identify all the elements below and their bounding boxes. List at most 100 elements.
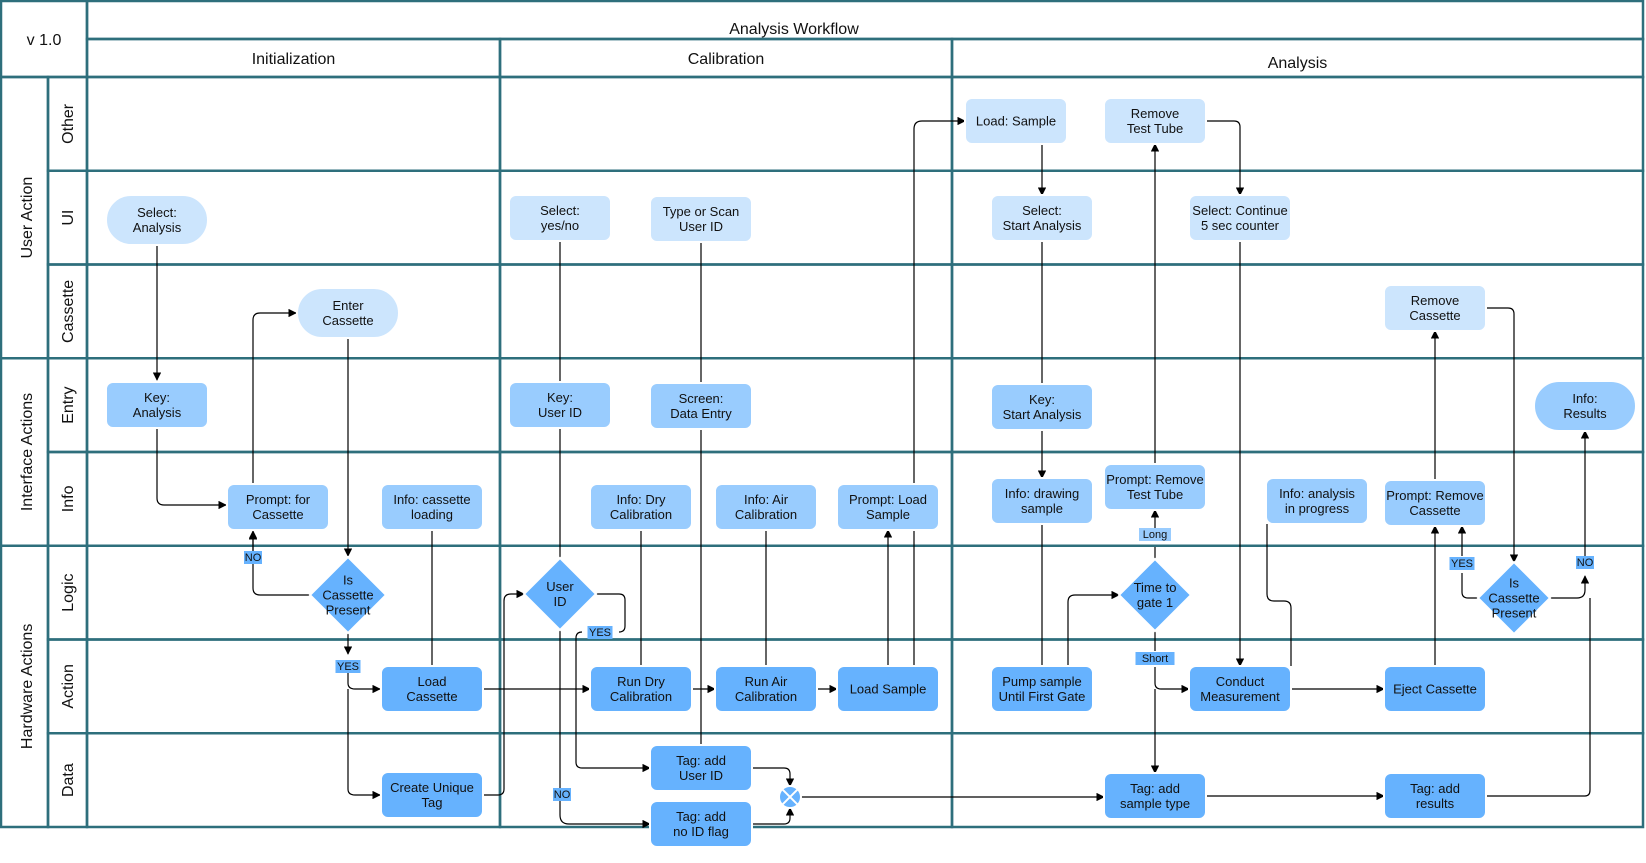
node-tag-no-id-flag[interactable]: Tag: addno ID flag xyxy=(649,800,753,848)
node-merge-gateway[interactable] xyxy=(778,785,802,809)
connector xyxy=(1206,120,1245,196)
connector xyxy=(1486,307,1519,563)
node-load-sample-other[interactable]: Load: Sample xyxy=(964,97,1068,145)
node-tag-results[interactable]: Tag: addresults xyxy=(1383,772,1487,820)
lane-label-action: Action xyxy=(60,664,77,708)
node-label: Cassette xyxy=(1409,503,1460,518)
group-label-user: User Action xyxy=(19,177,36,259)
node-label: Calibration xyxy=(610,507,672,522)
node-select-continue[interactable]: Select: Continue5 sec counter xyxy=(1188,194,1292,242)
node-info-analysis-progress[interactable]: Info: analysisin progress xyxy=(1265,477,1369,525)
node-select-start-analysis[interactable]: Select:Start Analysis xyxy=(990,194,1094,242)
node-eject-cassette[interactable]: Eject Cassette xyxy=(1383,665,1487,713)
node-time-to-gate[interactable]: Time togate 1 xyxy=(1117,557,1193,633)
node-enter-cassette[interactable]: EnterCassette xyxy=(296,287,400,339)
connector xyxy=(1067,590,1120,666)
node-select-yes-no[interactable]: Select:yes/no xyxy=(508,194,612,242)
node-key-user-id[interactable]: Key:User ID xyxy=(508,381,612,429)
node-label: loading xyxy=(411,507,453,522)
node-select-analysis[interactable]: Select:Analysis xyxy=(105,194,209,246)
node-label: Load: Sample xyxy=(976,114,1056,129)
node-load-sample[interactable]: Load Sample xyxy=(836,665,940,713)
node-label: Run Dry xyxy=(617,674,665,689)
phase-label-init: Initialization xyxy=(252,51,336,68)
node-tag-sample-type[interactable]: Tag: addsample type xyxy=(1103,772,1207,820)
node-info-cassette-loading[interactable]: Info: cassetteloading xyxy=(380,483,484,531)
node-label: Remove xyxy=(1411,293,1459,308)
node-prompt-load-sample[interactable]: Prompt: LoadSample xyxy=(836,483,940,531)
node-label: Cassette xyxy=(322,588,373,603)
node-prompt-remove-test-tube[interactable]: Prompt: RemoveTest Tube xyxy=(1103,463,1207,511)
node-label: Type or Scan xyxy=(663,204,740,219)
title-cell xyxy=(85,0,1645,41)
node-info-results[interactable]: Info:Results xyxy=(1533,380,1637,432)
edge-label-short: Short xyxy=(1142,653,1168,665)
node-info-drawing-sample[interactable]: Info: drawingsample xyxy=(990,477,1094,525)
node-run-air-cal[interactable]: Run AirCalibration xyxy=(714,665,818,713)
edge-label-yes_1: YES xyxy=(337,661,359,673)
node-label: Info: cassette xyxy=(393,492,470,507)
node-label: Cassette xyxy=(252,507,303,522)
node-label: Load Sample xyxy=(850,682,927,697)
edge-label-no_3: NO xyxy=(1577,557,1594,569)
node-prompt-remove-cassette[interactable]: Prompt: RemoveCassette xyxy=(1383,479,1487,527)
node-create-unique-tag[interactable]: Create UniqueTag xyxy=(380,771,484,819)
node-label: Tag: add xyxy=(676,809,726,824)
node-label: Prompt: Remove xyxy=(1386,488,1484,503)
node-label: Start Analysis xyxy=(1003,218,1082,233)
node-label: Time to xyxy=(1134,580,1177,595)
lane-label-data: Data xyxy=(60,763,77,797)
node-info-air-cal[interactable]: Info: AirCalibration xyxy=(714,483,818,531)
connector xyxy=(347,689,381,800)
edge-label-long: Long xyxy=(1143,529,1167,541)
node-label: Eject Cassette xyxy=(1393,682,1477,697)
node-key-analysis[interactable]: Key:Analysis xyxy=(105,381,209,429)
node-pump-sample[interactable]: Pump sampleUntil First Gate xyxy=(990,665,1094,713)
lane-cell-other-init xyxy=(85,75,502,172)
lane-cell-other-cal xyxy=(498,75,954,172)
node-is-cassette-present-1[interactable]: IsCassettePresent xyxy=(308,555,388,635)
node-label: Present xyxy=(1492,606,1537,621)
node-remove-cassette[interactable]: RemoveCassette xyxy=(1383,284,1487,332)
node-remove-test-tube[interactable]: RemoveTest Tube xyxy=(1103,97,1207,145)
lane-label-ui: UI xyxy=(60,210,77,226)
node-label: Key: xyxy=(547,390,573,405)
node-load-cassette[interactable]: LoadCassette xyxy=(380,665,484,713)
node-is-cassette-present-2[interactable]: IsCassettePresent xyxy=(1476,560,1552,636)
node-label: ID xyxy=(554,594,567,609)
node-key-start-analysis[interactable]: Key:Start Analysis xyxy=(990,383,1094,431)
node-label: User ID xyxy=(679,768,723,783)
lane-label-info: Info xyxy=(60,485,77,512)
node-label: Select: xyxy=(540,203,580,218)
node-type-scan-user-id[interactable]: Type or ScanUser ID xyxy=(649,195,753,243)
node-label: Test Tube xyxy=(1127,487,1183,502)
node-run-dry-cal[interactable]: Run DryCalibration xyxy=(589,665,693,713)
node-prompt-cassette[interactable]: Prompt: forCassette xyxy=(226,483,330,531)
node-label: Info: xyxy=(1572,391,1597,406)
node-label: User ID xyxy=(538,405,582,420)
node-label: sample xyxy=(1021,501,1063,516)
node-label: User xyxy=(546,579,574,594)
node-info-dry-cal[interactable]: Info: DryCalibration xyxy=(589,483,693,531)
edge-label-no_1: NO xyxy=(245,552,262,564)
node-conduct-measurement[interactable]: ConductMeasurement xyxy=(1188,665,1292,713)
connector xyxy=(252,308,297,484)
node-screen-data-entry[interactable]: Screen:Data Entry xyxy=(649,382,753,430)
node-label: Is xyxy=(1509,576,1520,591)
node-label: yes/no xyxy=(541,218,579,233)
node-label: no ID flag xyxy=(673,824,729,839)
node-label: Conduct xyxy=(1216,674,1265,689)
node-label: Info: Air xyxy=(744,492,789,507)
node-label: User ID xyxy=(679,219,723,234)
node-user-id-decision[interactable]: UserID xyxy=(522,556,598,632)
node-label: Test Tube xyxy=(1127,121,1183,136)
node-label: 5 sec counter xyxy=(1201,218,1280,233)
version-label: v 1.0 xyxy=(27,32,62,49)
node-tag-user-id[interactable]: Tag: addUser ID xyxy=(649,744,753,792)
node-label: Prompt: Remove xyxy=(1106,472,1204,487)
lane-cell-logic-init xyxy=(85,544,502,641)
lane-cell-cassette-init xyxy=(85,263,502,360)
node-label: Prompt: for xyxy=(246,492,311,507)
node-label: Sample xyxy=(866,507,910,522)
connector xyxy=(913,116,966,666)
